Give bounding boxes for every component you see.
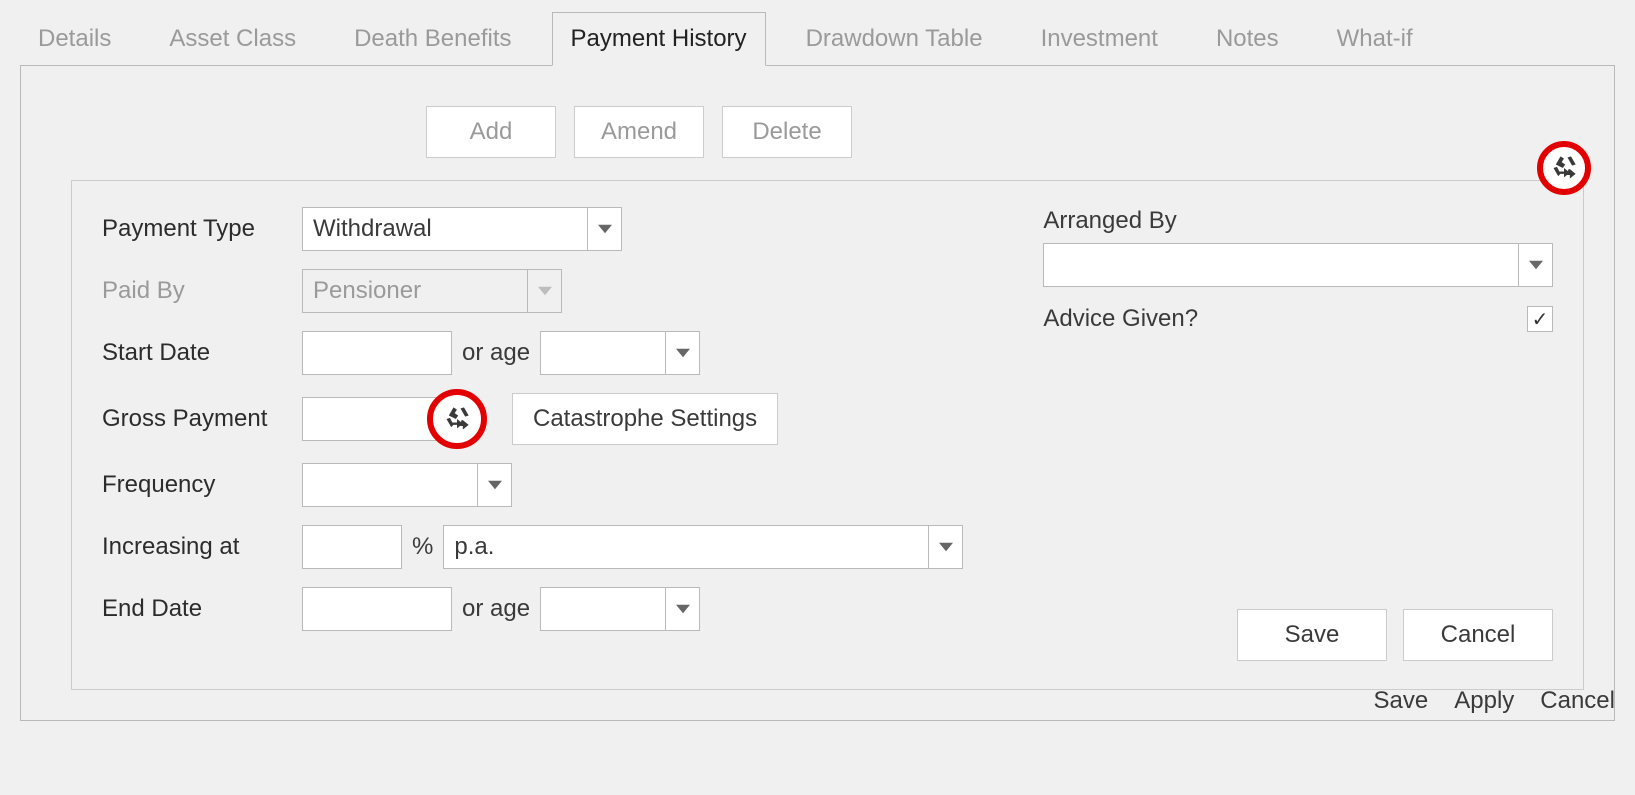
catastrophe-settings-button[interactable]: Catastrophe Settings: [512, 393, 778, 445]
increasing-at-label: Increasing at: [102, 533, 292, 561]
frequency-label: Frequency: [102, 471, 292, 499]
start-age-value: [540, 331, 666, 375]
start-date-input[interactable]: [302, 331, 452, 375]
delete-button[interactable]: Delete: [722, 106, 852, 158]
payment-type-label: Payment Type: [102, 215, 292, 243]
recycle-icon[interactable]: [427, 389, 487, 449]
increasing-at-input[interactable]: [302, 525, 402, 569]
chevron-down-icon[interactable]: [929, 525, 963, 569]
footer-apply-link[interactable]: Apply: [1454, 687, 1514, 715]
recycle-icon[interactable]: [1537, 141, 1591, 195]
tab-what-if[interactable]: What-if: [1319, 13, 1431, 65]
frequency-select[interactable]: [302, 463, 512, 507]
arranged-by-value: [1043, 243, 1519, 287]
payment-type-select[interactable]: Withdrawal: [302, 207, 622, 251]
tab-death-benefits[interactable]: Death Benefits: [336, 13, 529, 65]
cancel-button[interactable]: Cancel: [1403, 609, 1553, 661]
start-age-select[interactable]: [540, 331, 700, 375]
increasing-period-select[interactable]: p.a.: [443, 525, 963, 569]
start-date-label: Start Date: [102, 339, 292, 367]
end-age-select[interactable]: [540, 587, 700, 631]
footer-actions: Save Apply Cancel: [1374, 687, 1615, 715]
tab-panel: Add Amend Delete Payment Type Withdrawal: [20, 65, 1615, 721]
save-button[interactable]: Save: [1237, 609, 1387, 661]
arranged-by-label: Arranged By: [1043, 207, 1176, 235]
tab-payment-history[interactable]: Payment History: [552, 12, 766, 66]
tab-bar: Details Asset Class Death Benefits Payme…: [20, 12, 1615, 65]
chevron-down-icon[interactable]: [1519, 243, 1553, 287]
frequency-value: [302, 463, 478, 507]
end-age-value: [540, 587, 666, 631]
start-date-or-age-label: or age: [462, 339, 530, 367]
add-button[interactable]: Add: [426, 106, 556, 158]
end-date-or-age-label: or age: [462, 595, 530, 623]
chevron-down-icon[interactable]: [588, 207, 622, 251]
end-date-input[interactable]: [302, 587, 452, 631]
tab-notes[interactable]: Notes: [1198, 13, 1297, 65]
chevron-down-icon[interactable]: [478, 463, 512, 507]
tab-drawdown-table[interactable]: Drawdown Table: [788, 13, 1001, 65]
gross-payment-label: Gross Payment: [102, 405, 292, 433]
paid-by-select: Pensioner: [302, 269, 562, 313]
tab-details[interactable]: Details: [20, 13, 129, 65]
chevron-down-icon[interactable]: [666, 587, 700, 631]
payment-type-value: Withdrawal: [302, 207, 588, 251]
paid-by-value: Pensioner: [302, 269, 528, 313]
end-date-label: End Date: [102, 595, 292, 623]
footer-cancel-link[interactable]: Cancel: [1540, 687, 1615, 715]
arranged-by-select[interactable]: [1043, 243, 1553, 287]
tab-asset-class[interactable]: Asset Class: [151, 13, 314, 65]
footer-save-link[interactable]: Save: [1374, 687, 1429, 715]
increasing-period-value: p.a.: [443, 525, 929, 569]
chevron-down-icon: [528, 269, 562, 313]
paid-by-label: Paid By: [102, 277, 292, 305]
tab-investment[interactable]: Investment: [1023, 13, 1176, 65]
amend-button[interactable]: Amend: [574, 106, 704, 158]
advice-given-label: Advice Given?: [1043, 305, 1198, 333]
advice-given-checkbox[interactable]: ✓: [1527, 306, 1553, 332]
payment-form-box: Payment Type Withdrawal Paid By Pensione…: [71, 180, 1584, 690]
chevron-down-icon[interactable]: [666, 331, 700, 375]
percent-label: %: [412, 533, 433, 561]
